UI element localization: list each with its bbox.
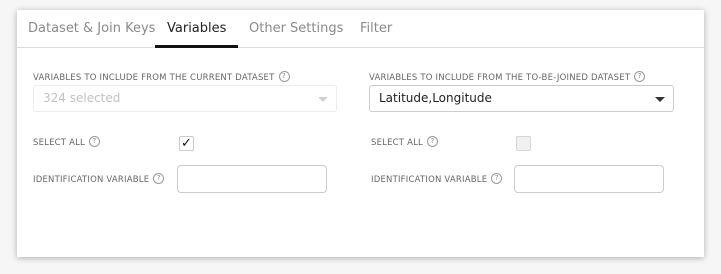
tab-filter[interactable]: Filter: [360, 10, 392, 47]
identification-variable-label-joined: IDENTIFICATION VARIABLE?: [371, 173, 503, 186]
identification-variable-label-current: IDENTIFICATION VARIABLE?: [33, 173, 165, 186]
checkmark-icon: ✓: [181, 136, 192, 151]
identification-variable-input-joined[interactable]: [514, 165, 664, 193]
chevron-down-icon: [318, 97, 328, 102]
joined-dataset-variables-select[interactable]: Latitude,Longitude: [369, 85, 674, 112]
current-dataset-variables-label: VARIABLES TO INCLUDE FROM THE CURRENT DA…: [33, 71, 290, 84]
variables-panel: Dataset & Join Keys Variables Other Sett…: [17, 10, 704, 257]
help-icon[interactable]: ?: [89, 136, 100, 147]
identification-variable-input-current[interactable]: [177, 165, 327, 193]
current-dataset-variables-select: 324 selected: [33, 85, 337, 112]
help-icon[interactable]: ?: [491, 173, 503, 184]
select-all-label-current: SELECT ALL?: [33, 136, 100, 149]
chevron-down-icon: [655, 97, 665, 102]
help-icon[interactable]: ?: [427, 136, 438, 147]
help-icon[interactable]: ?: [153, 173, 165, 184]
joined-dataset-variables-label: VARIABLES TO INCLUDE FROM THE TO-BE-JOIN…: [369, 71, 646, 84]
tab-dataset-join-keys[interactable]: Dataset & Join Keys: [28, 10, 155, 47]
tab-bar: Dataset & Join Keys Variables Other Sett…: [17, 10, 704, 48]
select-all-checkbox-joined[interactable]: [516, 136, 531, 151]
help-icon[interactable]: ?: [278, 71, 290, 82]
tab-variables[interactable]: Variables: [154, 10, 239, 48]
select-all-label-joined: SELECT ALL?: [371, 136, 438, 149]
select-all-checkbox-current[interactable]: ✓: [179, 136, 194, 151]
help-icon[interactable]: ?: [634, 71, 646, 82]
tab-other-settings[interactable]: Other Settings: [249, 10, 343, 47]
